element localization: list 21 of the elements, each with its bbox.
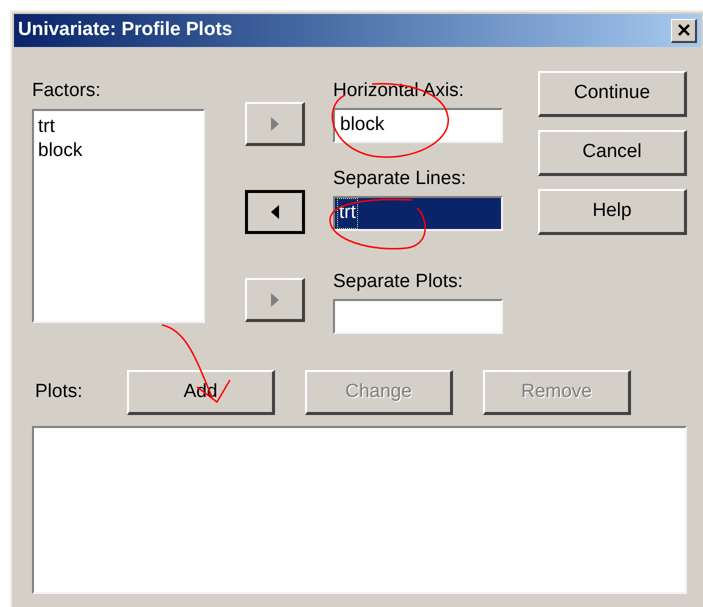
- dialog-button[interactable]: Cancel: [538, 130, 687, 176]
- field-label: Horizontal Axis:: [333, 79, 465, 103]
- factors-label: Factors:: [32, 79, 102, 103]
- dialog-button[interactable]: Continue: [538, 71, 687, 117]
- move-button[interactable]: [245, 190, 305, 234]
- right-arrow-icon: [270, 292, 278, 306]
- right-arrow-icon: [270, 116, 278, 130]
- field-label: Separate Lines:: [333, 167, 468, 191]
- plots-label: Plots:: [35, 380, 84, 404]
- field-label: Separate Plots:: [333, 270, 464, 294]
- left-arrow-icon: [271, 205, 279, 219]
- list-item[interactable]: trt: [38, 115, 199, 139]
- factors-list[interactable]: trt block: [32, 109, 205, 323]
- target-field[interactable]: trt: [333, 196, 503, 231]
- close-button[interactable]: [671, 18, 697, 42]
- window-title: Univariate: Profile Plots: [18, 18, 232, 42]
- close-icon: [676, 24, 690, 36]
- target-field[interactable]: [333, 299, 503, 334]
- dialog-button[interactable]: Help: [538, 189, 687, 235]
- target-field[interactable]: block: [333, 108, 503, 143]
- list-item[interactable]: block: [38, 139, 199, 163]
